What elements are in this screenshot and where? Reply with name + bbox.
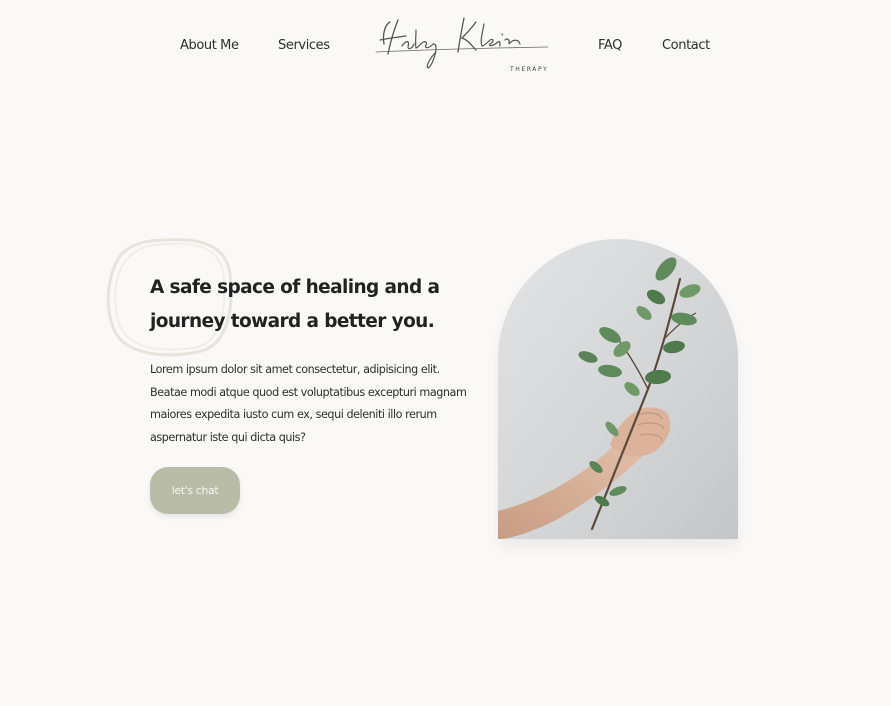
haley-klein-therapy-logo[interactable]: THERAPY — [372, 10, 552, 80]
nav-link-about-me[interactable]: About Me — [180, 36, 239, 56]
lets-chat-button[interactable]: let's chat — [150, 467, 240, 514]
nav-link-services[interactable]: Services — [278, 36, 330, 56]
nav-link-contact[interactable]: Contact — [662, 36, 710, 56]
eucalyptus-branch-in-hand-image — [498, 239, 738, 539]
hero-headline: A safe space of healing and a journey to… — [150, 277, 440, 332]
nav-link-faq[interactable]: FAQ — [598, 36, 622, 56]
hero-body-text: Lorem ipsum dolor sit amet consectetur, … — [150, 363, 467, 444]
hero-photo-arch — [498, 239, 738, 539]
logo-subtitle: THERAPY — [510, 66, 549, 73]
